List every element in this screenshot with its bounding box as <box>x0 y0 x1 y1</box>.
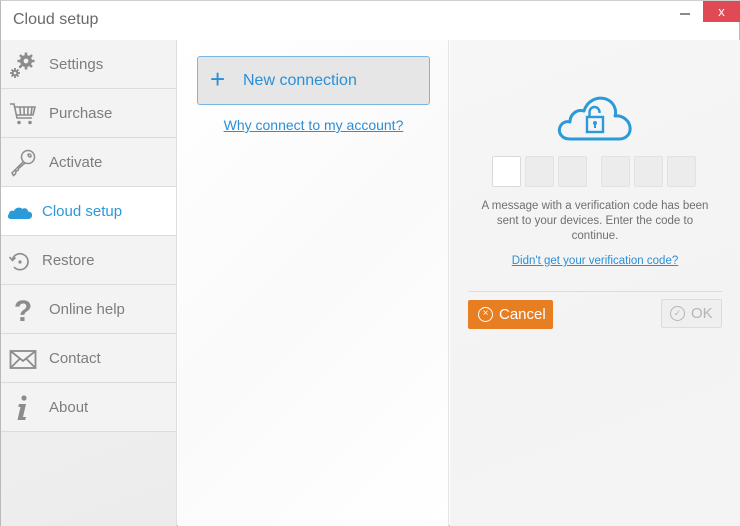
code-digit-3[interactable] <box>558 156 587 187</box>
ok-label: OK <box>691 305 713 322</box>
check-circle-icon: ✓ <box>670 306 685 321</box>
cancel-circle-icon: × <box>478 307 493 322</box>
code-digit-5[interactable] <box>634 156 663 187</box>
new-connection-label: New connection <box>243 72 357 89</box>
code-digit-6[interactable] <box>667 156 696 187</box>
svg-text:?: ? <box>14 296 32 324</box>
sidebar-item-contact[interactable]: Contact <box>1 334 176 383</box>
sidebar-item-online-help[interactable]: ? Online help <box>1 285 176 334</box>
resend-code-link[interactable]: Didn't get your verification code? <box>450 255 740 267</box>
title-bar: Cloud setup x <box>1 1 740 40</box>
sidebar-item-settings[interactable]: Settings <box>1 40 176 89</box>
restore-icon <box>8 252 29 271</box>
close-button[interactable]: x <box>703 1 740 22</box>
why-connect-link[interactable]: Why connect to my account? <box>178 117 449 133</box>
gears-icon <box>10 52 35 78</box>
ok-button[interactable]: ✓ OK <box>661 299 722 328</box>
code-digit-4[interactable] <box>601 156 630 187</box>
cloud-lock-icon <box>557 96 632 141</box>
sidebar: Settings Purchase Activate Cloud setup R… <box>1 40 177 526</box>
new-connection-button[interactable]: + New connection <box>197 56 430 105</box>
app-window: Cloud setup x Settings Purchase Activate… <box>0 0 740 526</box>
code-digit-1[interactable] <box>492 156 521 187</box>
connections-panel: + New connection Why connect to my accou… <box>178 40 449 526</box>
code-digit-2[interactable] <box>525 156 554 187</box>
verification-panel: A message with a verification code has b… <box>450 40 740 526</box>
key-icon <box>11 149 36 177</box>
sidebar-item-label: About <box>49 399 89 416</box>
window-title: Cloud setup <box>13 11 99 28</box>
sidebar-item-label: Settings <box>49 56 104 73</box>
sidebar-item-cloud-setup[interactable]: Cloud setup <box>1 187 176 236</box>
sidebar-item-label: Contact <box>49 350 101 367</box>
sidebar-item-purchase[interactable]: Purchase <box>1 89 176 138</box>
question-icon: ? <box>14 296 32 324</box>
verification-code-input <box>492 156 702 187</box>
sidebar-item-label: Activate <box>49 154 103 171</box>
sidebar-item-label: Online help <box>49 301 125 318</box>
cart-icon <box>10 103 37 125</box>
sidebar-item-activate[interactable]: Activate <box>1 138 176 187</box>
sidebar-item-label: Purchase <box>49 105 113 122</box>
plus-icon: + <box>210 64 226 94</box>
cancel-label: Cancel <box>499 306 546 323</box>
sidebar-item-label: Restore <box>42 252 95 269</box>
minimize-button[interactable] <box>673 1 699 25</box>
verification-message: A message with a verification code has b… <box>481 200 709 242</box>
cloud-icon <box>7 207 33 219</box>
cancel-button[interactable]: × Cancel <box>468 300 553 329</box>
sidebar-item-about[interactable]: About <box>1 383 176 432</box>
sidebar-item-label: Cloud setup <box>42 203 123 220</box>
divider <box>468 291 722 292</box>
info-icon <box>17 395 27 420</box>
sidebar-item-restore[interactable]: Restore <box>1 236 176 285</box>
envelope-icon <box>9 350 37 369</box>
